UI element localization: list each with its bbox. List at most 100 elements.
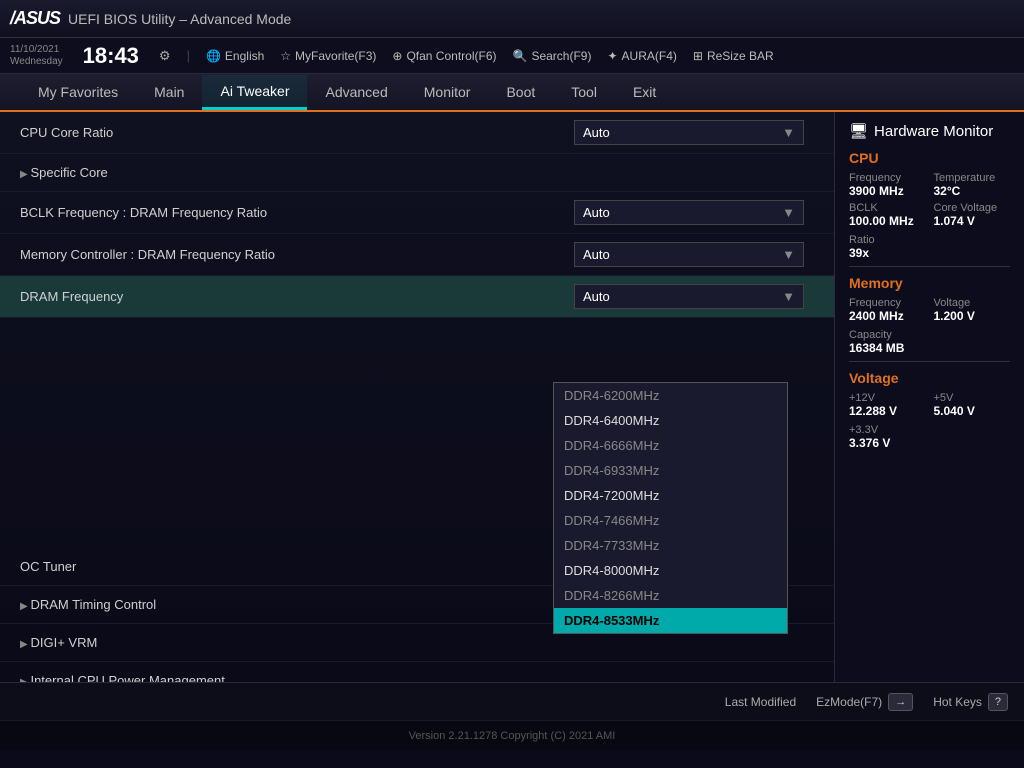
- content-area[interactable]: CPU Core Ratio Auto ▼ Specific Core BCLK…: [0, 112, 834, 682]
- cpu-bclk-label: BCLK: [849, 202, 926, 214]
- dram-frequency-label: DRAM Frequency: [20, 289, 574, 304]
- toolbar-resize-bar[interactable]: ⊞ ReSize BAR: [693, 49, 774, 63]
- fan-icon: ⊕: [392, 49, 402, 63]
- dropdown-option-ddr4-8000[interactable]: DDR4-8000MHz: [554, 558, 787, 583]
- bclk-dram-dropdown[interactable]: Auto ▼: [574, 200, 804, 225]
- cpu-core-ratio-dropdown[interactable]: Auto ▼: [574, 120, 804, 145]
- nav-exit[interactable]: Exit: [615, 76, 674, 108]
- timebar: 11/10/2021 Wednesday 18:43 ⚙ | 🌐 English…: [0, 38, 1024, 74]
- navbar: My Favorites Main Ai Tweaker Advanced Mo…: [0, 74, 1024, 112]
- cpu-freq-temp-grid: Frequency 3900 MHz Temperature 32°C BCLK…: [849, 172, 1010, 228]
- v12-label: +12V: [849, 392, 926, 404]
- hot-keys-button[interactable]: Hot Keys ?: [933, 693, 1008, 711]
- toolbar-qfan[interactable]: ⊕ Qfan Control(F6): [392, 49, 496, 63]
- dropdown-arrow-icon: ▼: [782, 125, 795, 140]
- qfan-label: Qfan Control(F6): [406, 49, 496, 63]
- cpu-core-voltage-value: 1.074 V: [934, 214, 1011, 228]
- nav-tool[interactable]: Tool: [553, 76, 615, 108]
- nav-ai-tweaker[interactable]: Ai Tweaker: [202, 75, 307, 110]
- nav-boot[interactable]: Boot: [488, 76, 553, 108]
- last-modified-button[interactable]: Last Modified: [725, 695, 796, 709]
- v5-value: 5.040 V: [934, 404, 1011, 418]
- search-label: Search(F9): [531, 49, 591, 63]
- globe-icon: 🌐: [206, 49, 221, 63]
- dropdown-option-ddr4-6933[interactable]: DDR4-6933MHz: [554, 458, 787, 483]
- toolbar-english[interactable]: 🌐 English: [206, 49, 264, 63]
- cpu-temp-label: Temperature: [934, 172, 1011, 184]
- memory-controller-value[interactable]: Auto ▼: [574, 242, 814, 267]
- dropdown-option-ddr4-6400[interactable]: DDR4-6400MHz: [554, 408, 787, 433]
- dropdown-arrow-icon: ▼: [782, 205, 795, 220]
- hardware-monitor-label: Hardware Monitor: [874, 123, 993, 140]
- version-bar: Version 2.21.1278 Copyright (C) 2021 AMI: [0, 720, 1024, 750]
- dropdown-option-ddr4-6200[interactable]: DDR4-6200MHz: [554, 383, 787, 408]
- version-text: Version 2.21.1278 Copyright (C) 2021 AMI: [409, 730, 616, 742]
- internal-cpu-label[interactable]: Internal CPU Power Management: [20, 673, 814, 682]
- last-modified-label: Last Modified: [725, 695, 796, 709]
- hot-keys-icon: ?: [988, 693, 1008, 711]
- dropdown-option-ddr4-7733[interactable]: DDR4-7733MHz: [554, 533, 787, 558]
- cpu-ratio-row: Ratio 39x: [849, 234, 1010, 260]
- header: /ASUS UEFI BIOS Utility – Advanced Mode: [0, 0, 1024, 38]
- v33-row: +3.3V 3.376 V: [849, 424, 1010, 450]
- footer: Last Modified EzMode(F7) → Hot Keys ?: [0, 682, 1024, 720]
- mem-freq-value: 2400 MHz: [849, 309, 926, 323]
- nav-main[interactable]: Main: [136, 76, 202, 108]
- toolbar-search[interactable]: 🔍 Search(F9): [512, 49, 591, 63]
- mem-voltage-label: Voltage: [934, 297, 1011, 309]
- cpu-core-ratio-value[interactable]: Auto ▼: [574, 120, 814, 145]
- dropdown-value: Auto: [583, 125, 610, 140]
- cpu-freq-value: 3900 MHz: [849, 184, 926, 198]
- star-icon: ☆: [280, 49, 291, 63]
- dropdown-value: Auto: [583, 289, 610, 304]
- mem-voltage-value: 1.200 V: [934, 309, 1011, 323]
- mem-freq-volt-grid: Frequency 2400 MHz Voltage 1.200 V: [849, 297, 1010, 323]
- aura-label: AURA(F4): [622, 49, 677, 63]
- dropdown-option-ddr4-7466[interactable]: DDR4-7466MHz: [554, 508, 787, 533]
- dropdown-option-ddr4-6666[interactable]: DDR4-6666MHz: [554, 433, 787, 458]
- memory-controller-dropdown[interactable]: Auto ▼: [574, 242, 804, 267]
- setting-row-memory-controller: Memory Controller : DRAM Frequency Ratio…: [0, 234, 834, 276]
- resize-label: ReSize BAR: [707, 49, 774, 63]
- dropdown-option-ddr4-8266[interactable]: DDR4-8266MHz: [554, 583, 787, 608]
- dram-frequency-dropdown[interactable]: Auto ▼: [574, 284, 804, 309]
- cpu-bclk-value: 100.00 MHz: [849, 214, 926, 228]
- bios-title: UEFI BIOS Utility – Advanced Mode: [68, 11, 291, 27]
- cpu-ratio-value: 39x: [849, 246, 1010, 260]
- voltage-grid: +12V 12.288 V +5V 5.040 V: [849, 392, 1010, 418]
- date-block: 11/10/2021 Wednesday: [10, 44, 63, 68]
- toolbar-aura[interactable]: ✦ AURA(F4): [607, 49, 676, 63]
- v5-label: +5V: [934, 392, 1011, 404]
- memory-section-title: Memory: [849, 275, 1010, 291]
- english-label: English: [225, 49, 264, 63]
- v12-value: 12.288 V: [849, 404, 926, 418]
- nav-advanced[interactable]: Advanced: [307, 76, 405, 108]
- dropdown-option-ddr4-8533[interactable]: DDR4-8533MHz: [554, 608, 787, 633]
- cpu-section-title: CPU: [849, 150, 1010, 166]
- setting-row-bclk-dram: BCLK Frequency : DRAM Frequency Ratio Au…: [0, 192, 834, 234]
- dram-frequency-value[interactable]: Auto ▼: [574, 284, 814, 309]
- digi-vrm-label[interactable]: DIGI+ VRM: [20, 635, 814, 650]
- ez-mode-button[interactable]: EzMode(F7) →: [816, 693, 913, 711]
- cpu-core-voltage-label: Core Voltage: [934, 202, 1011, 214]
- monitor-icon: 🖥: [849, 122, 868, 140]
- voltage-section-title: Voltage: [849, 370, 1010, 386]
- bclk-dram-label: BCLK Frequency : DRAM Frequency Ratio: [20, 205, 574, 220]
- hot-keys-label: Hot Keys: [933, 695, 982, 709]
- setting-row-dram-frequency: DRAM Frequency Auto ▼: [0, 276, 834, 318]
- setting-row-internal-cpu: Internal CPU Power Management: [0, 662, 834, 682]
- cpu-core-ratio-label: CPU Core Ratio: [20, 125, 574, 140]
- dropdown-value: Auto: [583, 247, 610, 262]
- bclk-dram-value[interactable]: Auto ▼: [574, 200, 814, 225]
- resize-icon: ⊞: [693, 49, 703, 63]
- asus-logo: /ASUS: [10, 8, 60, 29]
- nav-my-favorites[interactable]: My Favorites: [20, 76, 136, 108]
- dropdown-option-ddr4-7200[interactable]: DDR4-7200MHz: [554, 483, 787, 508]
- settings-gear-icon[interactable]: ⚙: [159, 48, 171, 64]
- specific-core-label[interactable]: Specific Core: [20, 165, 814, 180]
- memory-controller-label: Memory Controller : DRAM Frequency Ratio: [20, 247, 574, 262]
- hardware-monitor-panel: 🖥 Hardware Monitor CPU Frequency 3900 MH…: [834, 112, 1024, 682]
- dram-frequency-dropdown-list: DDR4-6200MHz DDR4-6400MHz DDR4-6666MHz D…: [553, 382, 788, 634]
- toolbar-myfavorite[interactable]: ☆ MyFavorite(F3): [280, 49, 376, 63]
- nav-monitor[interactable]: Monitor: [406, 76, 489, 108]
